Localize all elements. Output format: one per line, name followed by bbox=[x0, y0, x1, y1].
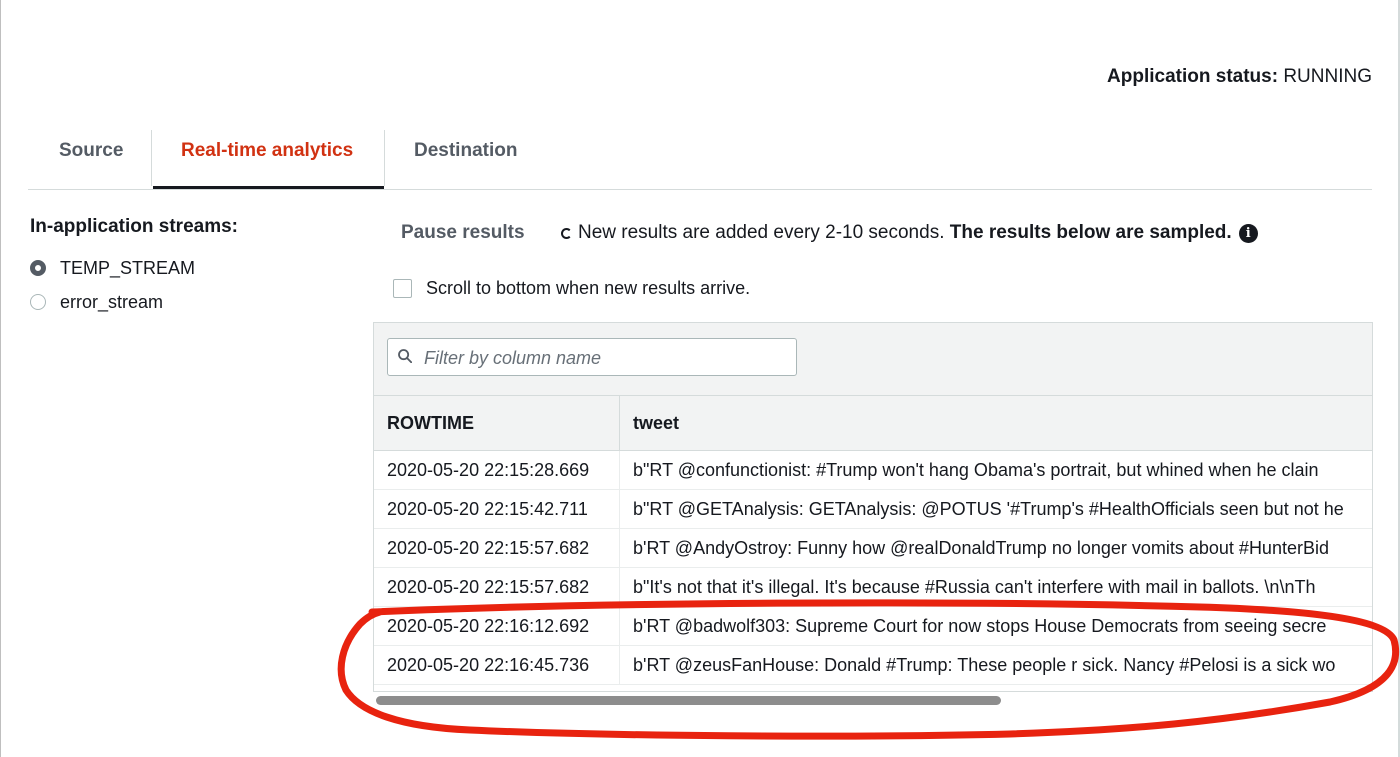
scroll-to-bottom-label: Scroll to bottom when new results arrive… bbox=[426, 278, 751, 298]
results-notice-bold: The results below are sampled. bbox=[949, 222, 1232, 243]
radio-unselected-icon[interactable] bbox=[30, 294, 46, 310]
table-row[interactable]: 2020-05-20 22:15:57.682 b'RT @AndyOstroy… bbox=[374, 529, 1372, 568]
info-icon[interactable]: i bbox=[1238, 223, 1258, 243]
results-table: ROWTIME tweet 2020-05-20 22:15:28.669 b"… bbox=[373, 322, 1373, 692]
tab-divider bbox=[384, 130, 385, 186]
column-header-rowtime[interactable]: ROWTIME bbox=[387, 396, 474, 450]
rowtime-cell: 2020-05-20 22:15:57.682 bbox=[387, 538, 590, 558]
column-header-tweet[interactable]: tweet bbox=[633, 396, 679, 450]
tweet-cell: b"RT @GETAnalysis: GETAnalysis: @POTUS '… bbox=[633, 499, 1344, 519]
table-row[interactable]: 2020-05-20 22:15:42.711 b"RT @GETAnalysi… bbox=[374, 490, 1372, 529]
tab-destination[interactable]: Destination bbox=[414, 128, 517, 188]
tab-divider bbox=[151, 130, 152, 186]
tweet-cell: b"RT @confunctionist: #Trump won't hang … bbox=[633, 460, 1319, 480]
table-row[interactable]: 2020-05-20 22:16:45.736 b'RT @zeusFanHou… bbox=[374, 646, 1372, 685]
filter-input[interactable] bbox=[422, 339, 792, 377]
filter-bar bbox=[374, 323, 1372, 396]
tweet-cell: b'RT @AndyOstroy: Funny how @realDonaldT… bbox=[633, 538, 1329, 558]
window-left-edge bbox=[0, 0, 1, 757]
stream-option-error-stream[interactable]: error_stream bbox=[30, 290, 163, 314]
stream-option-temp-stream[interactable]: TEMP_STREAM bbox=[30, 256, 195, 280]
column-resize-handle[interactable] bbox=[619, 396, 620, 450]
cell-divider bbox=[619, 490, 620, 528]
cell-divider bbox=[619, 529, 620, 567]
scroll-to-bottom-checkbox[interactable] bbox=[393, 279, 412, 298]
pause-results-button[interactable]: Pause results bbox=[401, 222, 525, 244]
tab-source[interactable]: Source bbox=[59, 128, 123, 188]
rowtime-cell: 2020-05-20 22:15:42.711 bbox=[387, 499, 588, 519]
cell-divider bbox=[619, 451, 620, 489]
rowtime-cell: 2020-05-20 22:15:57.682 bbox=[387, 577, 590, 597]
results-notice: New results are added every 2-10 seconds… bbox=[561, 222, 1258, 244]
scroll-to-bottom-option[interactable]: Scroll to bottom when new results arrive… bbox=[393, 278, 750, 299]
stream-option-label: error_stream bbox=[60, 291, 164, 312]
rowtime-cell: 2020-05-20 22:15:28.669 bbox=[387, 460, 590, 480]
tab-bar-rule bbox=[28, 189, 1372, 190]
refresh-spinner-icon bbox=[561, 227, 572, 239]
cell-divider bbox=[619, 607, 620, 645]
cell-divider bbox=[619, 568, 620, 606]
application-status: Application status: RUNNING bbox=[1107, 66, 1372, 88]
results-notice-text: New results are added every 2-10 seconds… bbox=[578, 222, 945, 243]
tweet-cell: b'RT @zeusFanHouse: Donald #Trump: These… bbox=[633, 655, 1336, 675]
rowtime-cell: 2020-05-20 22:16:12.692 bbox=[387, 616, 590, 636]
streams-title: In-application streams: bbox=[30, 216, 238, 237]
cell-divider bbox=[619, 646, 620, 684]
stream-option-label: TEMP_STREAM bbox=[60, 257, 196, 278]
table-row[interactable]: 2020-05-20 22:16:12.692 b'RT @badwolf303… bbox=[374, 607, 1372, 646]
scrollbar-thumb[interactable] bbox=[376, 696, 1001, 705]
table-row[interactable]: 2020-05-20 22:15:28.669 b"RT @confunctio… bbox=[374, 451, 1372, 490]
application-status-value: RUNNING bbox=[1283, 66, 1372, 87]
tweet-cell: b"It's not that it's illegal. It's becau… bbox=[633, 577, 1316, 597]
horizontal-scrollbar[interactable] bbox=[376, 694, 1370, 706]
tab-bar: Source Real-time analytics Destination bbox=[28, 128, 1372, 190]
application-status-label: Application status: bbox=[1107, 66, 1279, 87]
tweet-cell: b'RT @badwolf303: Supreme Court for now … bbox=[633, 616, 1327, 636]
table-body: 2020-05-20 22:15:28.669 b"RT @confunctio… bbox=[374, 451, 1372, 685]
filter-field[interactable] bbox=[387, 338, 797, 377]
table-header: ROWTIME tweet bbox=[374, 396, 1372, 451]
tab-real-time-analytics[interactable]: Real-time analytics bbox=[181, 128, 353, 188]
search-icon bbox=[398, 349, 412, 363]
table-row[interactable]: 2020-05-20 22:15:57.682 b"It's not that … bbox=[374, 568, 1372, 607]
rowtime-cell: 2020-05-20 22:16:45.736 bbox=[387, 655, 590, 675]
radio-selected-icon[interactable] bbox=[30, 260, 46, 276]
